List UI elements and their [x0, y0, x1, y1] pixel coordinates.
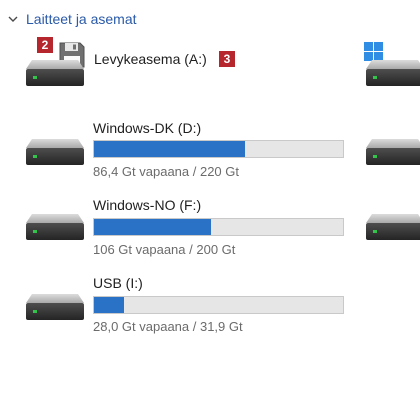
hard-drive-icon	[26, 60, 84, 86]
hard-drive-icon	[366, 214, 420, 240]
callout-number-2: 2	[37, 37, 53, 53]
drive-name-a[interactable]: Levykeasema (A:)	[94, 51, 207, 67]
section-header-devices-and-drives[interactable]: Laitteet ja asemat	[6, 9, 137, 29]
drive-usage-fill-f	[94, 219, 212, 235]
drive-name-f[interactable]: Windows-NO (F:)	[93, 197, 201, 213]
drive-free-space-d: 86,4 Gt vapaana / 220 Gt	[93, 164, 239, 179]
hard-drive-icon	[26, 214, 84, 240]
hard-drive-icon	[366, 139, 420, 165]
drive-name-i[interactable]: USB (I:)	[93, 275, 143, 291]
drive-free-space-f: 106 Gt vapaana / 200 Gt	[93, 242, 236, 257]
drive-free-space-i: 28,0 Gt vapaana / 31,9 Gt	[93, 319, 243, 334]
drive-usage-fill-i	[94, 297, 125, 313]
callout-number-3: 3	[219, 51, 235, 67]
section-title: Laitteet ja asemat	[26, 11, 137, 27]
windows-logo-icon	[364, 42, 383, 61]
drive-usage-bar-i	[93, 296, 344, 314]
drive-name-d[interactable]: Windows-DK (D:)	[93, 120, 201, 136]
drive-usage-bar-d	[93, 140, 344, 158]
hard-drive-icon	[26, 139, 84, 165]
drive-usage-bar-f	[93, 218, 344, 236]
chevron-down-icon	[8, 16, 18, 22]
drive-usage-fill-d	[94, 141, 246, 157]
hard-drive-icon	[26, 294, 84, 320]
hard-drive-icon	[366, 60, 420, 86]
